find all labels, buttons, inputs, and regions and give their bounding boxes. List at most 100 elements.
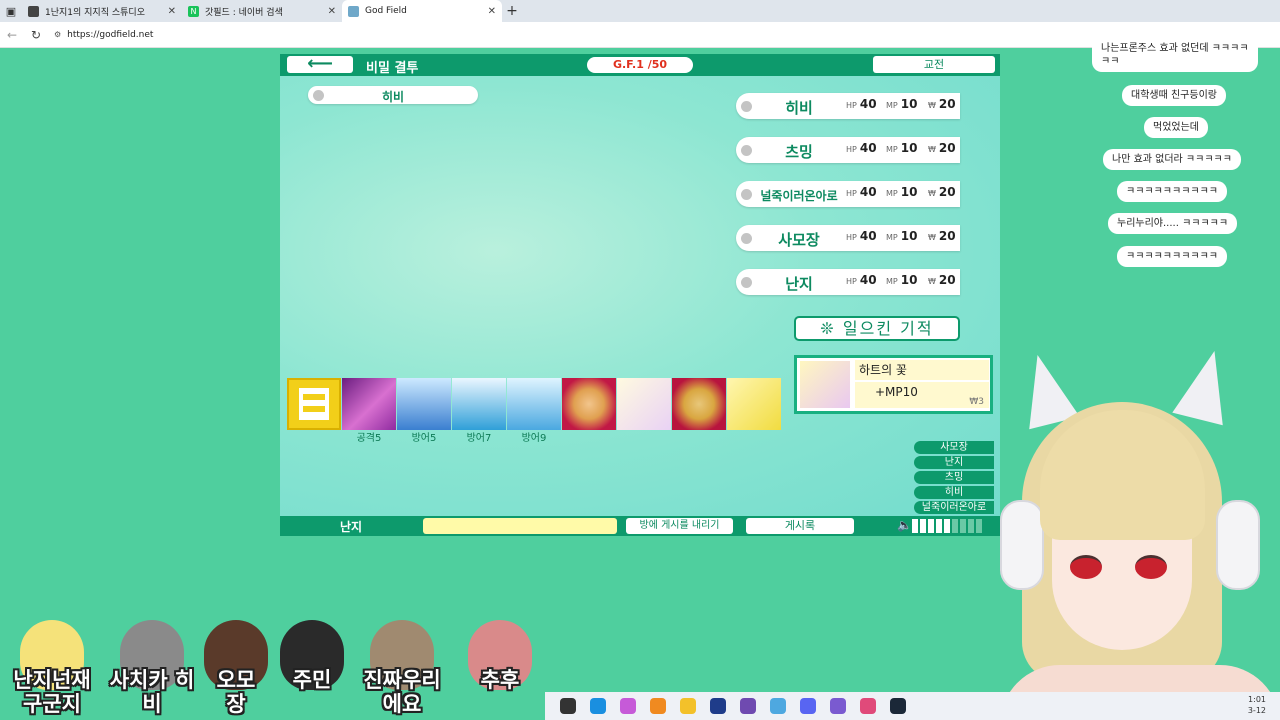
steam-icon[interactable]	[890, 698, 906, 714]
app-icon[interactable]	[860, 698, 876, 714]
self-player-name: 히비	[381, 90, 405, 104]
browser-tab-1[interactable]: 1난지1의 지지직 스튜디오 ✕	[22, 0, 182, 22]
studio-favicon-icon	[28, 5, 39, 17]
volume-bar	[920, 519, 926, 533]
volume-bar	[952, 519, 958, 533]
player-name: 히비	[785, 99, 813, 117]
tab-title: 갓필드 : 네이버 검색	[205, 7, 283, 18]
heart-flower-card-image	[800, 361, 850, 408]
hand-card[interactable]: 방어9	[507, 378, 561, 444]
player-name: 널죽이러온아로	[760, 189, 838, 203]
terminal-icon[interactable]	[710, 698, 726, 714]
chrome-icon[interactable]	[650, 698, 666, 714]
browser-tab-bar: ▣ 1난지1의 지지직 스튜디오 ✕ N 갓필드 : 네이버 검색 ✕ God …	[0, 0, 1280, 22]
app-icon[interactable]	[770, 698, 786, 714]
status-dot-icon	[741, 189, 752, 200]
game-bottom-bar: 난지 방에 게시를 내리기 게시록 🔈	[280, 516, 1000, 536]
back-button[interactable]: ⟵	[287, 54, 353, 74]
status-dot-icon	[741, 145, 752, 156]
status-dot-icon	[741, 233, 752, 244]
left-arrow-icon: ⟵	[307, 54, 333, 74]
chat-bubble: ㅋㅋㅋㅋㅋㅋㅋㅋㅋㅋ	[1117, 246, 1227, 267]
game-top-bar: ⟵ 비밀 결투 G.F.1 /50 교전	[280, 54, 1000, 76]
hand-card[interactable]: 방어5	[397, 378, 451, 444]
system-clock[interactable]: 1:01 3-12	[1248, 694, 1266, 716]
post-to-room-button[interactable]: 방에 게시를 내리기	[626, 518, 733, 534]
hand-card[interactable]	[562, 378, 616, 430]
volume-icon[interactable]: 🔈	[897, 518, 912, 532]
player-hp: HP 40	[846, 185, 877, 199]
tab-close-icon[interactable]: ✕	[168, 6, 176, 17]
vs-icon[interactable]	[740, 698, 756, 714]
player-money: ₩20	[928, 273, 956, 287]
hand-card[interactable]: 공격5	[342, 378, 396, 444]
new-tab-icon[interactable]: +	[502, 3, 522, 19]
avatar-eye	[1070, 555, 1102, 579]
address-bar: ← ↻ ⚙ https://godfield.net	[0, 22, 1280, 48]
player-name: 츠밍	[785, 143, 813, 161]
hand-cards: 공격5 방어5 방어7 방어9	[287, 378, 782, 444]
gf-badge: G.F.1 /50	[587, 57, 693, 73]
game-window: ⟵ 비밀 결투 G.F.1 /50 교전 히비 히비 HP 40 MP 10 ₩20…	[280, 54, 1000, 536]
folder-icon[interactable]	[680, 698, 696, 714]
viewer-name-label: 난지넌재 구군지	[13, 668, 91, 716]
avatar-eye	[1135, 555, 1167, 579]
player-row[interactable]: 츠밍 HP 40 MP 10 ₩20	[736, 137, 960, 163]
player-mp: MP 10	[886, 97, 918, 111]
hand-card-label: 방어9	[521, 433, 547, 444]
deck-card[interactable]	[287, 378, 341, 430]
card-name: 하트의 꽃	[855, 360, 989, 380]
hand-card[interactable]	[617, 378, 671, 430]
url-field[interactable]: ⚙ https://godfield.net	[54, 30, 153, 40]
viewer-avatar: 사치카 히 비	[110, 610, 194, 720]
copilot-icon[interactable]	[620, 698, 636, 714]
player-row[interactable]: 난지 HP 40 MP 10 ₩20	[736, 269, 960, 295]
app-icon[interactable]	[830, 698, 846, 714]
message-log-button[interactable]: 게시록	[746, 518, 854, 534]
browser-tab-3[interactable]: God Field ✕	[342, 0, 502, 22]
tab-title: God Field	[365, 6, 407, 16]
volume-slider[interactable]	[912, 519, 984, 533]
site-info-icon[interactable]: ⚙	[54, 30, 61, 39]
headphone-icon	[1000, 500, 1044, 590]
viewer-avatar: 난지넌재 구군지	[12, 610, 92, 720]
chat-bubble: 대학생때 친구등이랑	[1122, 85, 1226, 106]
player-money: ₩20	[928, 229, 956, 243]
window-menu-icon[interactable]: ▣	[0, 0, 22, 22]
player-mp: MP 10	[886, 141, 918, 155]
naver-favicon-icon: N	[188, 5, 199, 17]
taskbar: 1:01 3-12	[545, 692, 1280, 720]
self-player-plate: 히비	[308, 86, 478, 104]
viewer-avatar: 추후	[460, 610, 540, 720]
player-money: ₩20	[928, 141, 956, 155]
browser-tab-2[interactable]: N 갓필드 : 네이버 검색 ✕	[182, 0, 342, 22]
exchange-button[interactable]: 교전	[873, 56, 995, 73]
taskbar-app-icon[interactable]	[560, 698, 576, 714]
viewer-avatar: 진짜우리 에요	[362, 610, 442, 720]
back-arrow-icon[interactable]: ←	[0, 28, 24, 42]
volume-bar	[944, 519, 950, 533]
player-name: 사모장	[778, 231, 820, 249]
tab-close-icon[interactable]: ✕	[328, 6, 336, 17]
hand-card[interactable]: 방어7	[452, 378, 506, 444]
discord-icon[interactable]	[800, 698, 816, 714]
chat-input[interactable]	[423, 518, 617, 534]
hand-card[interactable]	[672, 378, 726, 430]
chat-bubble: 나만 효과 없더라 ㅋㅋㅋㅋㅋ	[1103, 149, 1241, 170]
volume-bar	[960, 519, 966, 533]
status-dot-icon	[741, 277, 752, 288]
hand-card-label: 방어5	[411, 433, 437, 444]
tab-title: 1난지1의 지지직 스튜디오	[45, 7, 145, 18]
player-hp: HP 40	[846, 273, 877, 287]
volume-bar	[936, 519, 942, 533]
miracle-button[interactable]: ❊ 일으킨 기적	[794, 316, 960, 341]
hand-card[interactable]	[727, 378, 781, 430]
player-row[interactable]: 널죽이러온아로 HP 40 MP 10 ₩20	[736, 181, 960, 207]
godfield-favicon-icon	[348, 5, 359, 17]
player-row[interactable]: 사모장 HP 40 MP 10 ₩20	[736, 225, 960, 251]
player-mp: MP 10	[886, 229, 918, 243]
reload-icon[interactable]: ↻	[24, 28, 48, 42]
tab-close-icon[interactable]: ✕	[488, 6, 496, 17]
player-row[interactable]: 히비 HP 40 MP 10 ₩20	[736, 93, 960, 119]
edge-icon[interactable]	[590, 698, 606, 714]
